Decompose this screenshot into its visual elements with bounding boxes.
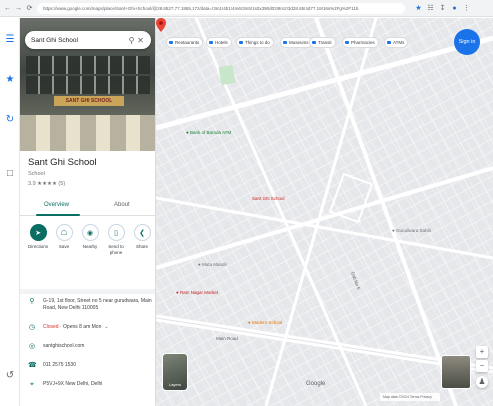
poi-school-label: Modern School <box>251 320 283 325</box>
profile-icon[interactable]: ● <box>451 5 458 12</box>
clock-icon: ◷ <box>28 324 36 331</box>
share-icon: ❮ <box>133 224 151 241</box>
nearby-label: Nearby <box>82 244 98 249</box>
poi-bank-label: Bank of Baroda ATM <box>189 130 232 135</box>
photo-counter <box>20 115 155 151</box>
back-icon[interactable]: ← <box>4 5 11 12</box>
website-row[interactable]: ◎ santghischool.com <box>28 343 152 350</box>
nearby-button[interactable]: ◉ Nearby <box>78 224 102 250</box>
hours-detail: · Opens 8 am Mon <box>58 324 102 330</box>
photo-shelf <box>26 76 150 94</box>
directions-icon: ➤ <box>29 224 47 241</box>
street-label-main-road: Main Road <box>216 336 238 341</box>
nearby-icon: ◉ <box>81 224 99 241</box>
poi-temple[interactable]: ● Mata Mandir <box>198 262 227 268</box>
place-name: Sant Ghi School <box>28 157 97 168</box>
directions-label: Directions <box>27 244 48 249</box>
search-input[interactable]: Sant Ghi School <box>31 37 127 44</box>
poi-bank[interactable]: ● Bank of Baroda ATM <box>186 130 231 136</box>
menu-icon[interactable]: ☰ <box>4 34 16 46</box>
google-logo: Google <box>306 381 326 387</box>
place-tabs: Overview About <box>20 199 155 216</box>
search-box[interactable]: Sant Ghi School ⚲ ✕ <box>25 31 151 49</box>
chevron-down-icon: ⌄ <box>104 324 109 330</box>
active-tab-indicator <box>36 214 80 216</box>
poi-market[interactable]: ● Ram Nagar Market <box>176 290 218 296</box>
forward-icon[interactable]: → <box>15 5 22 12</box>
tab-about[interactable]: About <box>114 202 130 208</box>
save-label: Save <box>58 244 70 249</box>
poi-temple-label: Mata Mandir <box>201 262 227 267</box>
chip-restaurants[interactable]: Restaurants <box>166 37 204 48</box>
photo-signboard: SANT GHI SCHOOL <box>54 96 124 106</box>
app-rail: ☰ ★ ↻ □ ↺ <box>0 18 20 406</box>
send-to-phone-button[interactable]: ▯ Send to phone <box>104 224 128 255</box>
bookmark-icon[interactable]: ★ <box>415 5 422 12</box>
phone-icon: ▯ <box>107 224 125 241</box>
close-icon[interactable]: ✕ <box>136 36 145 45</box>
street-grid <box>156 18 493 406</box>
download-icon[interactable]: ↧ <box>439 5 446 12</box>
hours-text: Closed · Opens 8 am Mon ⌄ <box>43 324 109 331</box>
chip-museums[interactable]: Museums <box>280 37 313 48</box>
globe-icon: ◎ <box>28 343 36 350</box>
save-button[interactable]: ☖ Save <box>52 224 76 250</box>
chip-pharmacies[interactable]: Pharmacies <box>342 37 379 48</box>
selected-place-label[interactable]: Sant Ghi School <box>252 196 285 202</box>
street-view-thumbnail[interactable] <box>441 355 471 389</box>
map-footer: Map data ©2024 Terms Privacy <box>380 393 440 401</box>
poi-school[interactable]: ● Modern School <box>248 320 282 326</box>
action-buttons: ➤ Directions ☖ Save ◉ Nearby ▯ Send to p… <box>20 224 155 264</box>
bookmark-icon: ☖ <box>55 224 73 241</box>
photo-shelf <box>26 56 150 74</box>
hours-status: Closed <box>43 324 59 330</box>
place-rating[interactable]: 3.9 ★★★★ (5) <box>28 181 65 187</box>
phone-icon: ☎ <box>28 362 37 369</box>
address-bar[interactable]: https://www.google.com/maps/place/Sant+G… <box>37 2 405 14</box>
pegman-icon[interactable]: ♟ <box>476 376 488 388</box>
send-to-phone-label: Send to phone <box>108 244 124 255</box>
address-row[interactable]: ⚲ G-19, 1st floor, Street no 5 near guru… <box>28 298 152 311</box>
share-button[interactable]: ❮ Share <box>130 224 154 250</box>
poi-market-label: Ram Nagar Market <box>179 290 218 295</box>
saved-icon[interactable]: ★ <box>4 74 16 86</box>
website-text: santghischool.com <box>43 343 85 349</box>
phone-text: 011 2575 1530 <box>43 362 76 368</box>
chip-atms[interactable]: ATMs <box>384 37 409 48</box>
recents-icon[interactable]: ↻ <box>4 114 16 126</box>
browser-actions: ★ ☵ ↧ ● ⋮ <box>415 5 470 12</box>
plus-code-row[interactable]: ⌖ P5VJ+9X New Delhi, Delhi <box>28 381 152 388</box>
sign-in-button[interactable]: Sign in <box>454 29 480 55</box>
reload-icon[interactable]: ⟳ <box>26 5 33 12</box>
browser-toolbar: ← → ⟳ https://www.google.com/maps/place/… <box>0 0 493 17</box>
chip-things-to-do[interactable]: Things to do <box>236 37 274 48</box>
chip-hotels[interactable]: Hotels <box>206 37 232 48</box>
poi-gurudwara-label: Gurudwara Sahib <box>395 228 431 233</box>
selected-place-pin-icon[interactable] <box>156 18 166 32</box>
history-icon[interactable]: ↺ <box>4 370 16 382</box>
location-pin-icon: ⚲ <box>29 298 35 305</box>
layers-button[interactable]: Layers <box>162 353 188 391</box>
section-divider <box>20 289 155 294</box>
chip-transit[interactable]: Transit <box>309 37 336 48</box>
share-label: Share <box>135 244 148 249</box>
plus-code-icon: ⌖ <box>30 381 34 388</box>
phone-app-icon[interactable]: □ <box>4 168 16 180</box>
directions-button[interactable]: ➤ Directions <box>26 224 50 250</box>
menu-icon[interactable]: ⋮ <box>463 5 470 12</box>
hours-row[interactable]: ◷ Closed · Opens 8 am Mon ⌄ <box>28 324 152 331</box>
place-category[interactable]: School <box>28 171 45 177</box>
address-text: G-19, 1st floor, Street no 5 near gurudw… <box>43 298 152 311</box>
map-canvas[interactable]: Restaurants Hotels Things to do Museums … <box>156 18 493 406</box>
extensions-icon[interactable]: ☵ <box>427 5 434 12</box>
tab-overview[interactable]: Overview <box>44 202 69 208</box>
search-icon[interactable]: ⚲ <box>127 36 136 45</box>
zoom-in-button[interactable]: + <box>476 346 488 358</box>
zoom-out-button[interactable]: − <box>476 360 488 372</box>
place-panel: SANT GHI SCHOOL Sant Ghi School ⚲ ✕ Sant… <box>20 18 156 406</box>
phone-row[interactable]: ☎ 011 2575 1530 <box>28 362 152 369</box>
poi-gurudwara[interactable]: ● Gurudwara Sahib <box>392 228 431 234</box>
plus-code-text: P5VJ+9X New Delhi, Delhi <box>43 381 103 387</box>
